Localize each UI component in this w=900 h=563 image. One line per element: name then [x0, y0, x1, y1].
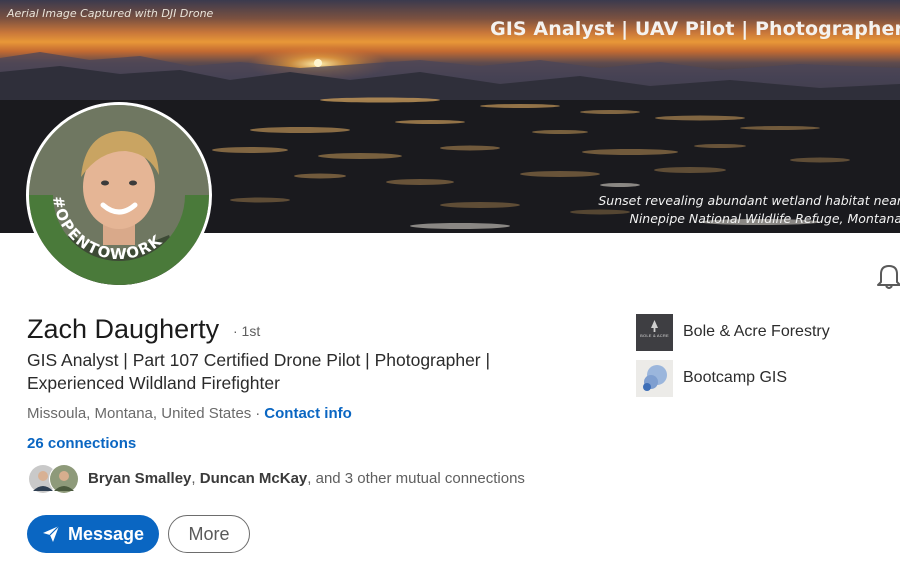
- experience-name-bole-acre: Bole & Acre Forestry: [683, 323, 830, 340]
- profile-headline: GIS Analyst | Part 107 Certified Drone P…: [27, 350, 491, 393]
- education-name-bootcamp-gis: Bootcamp GIS: [683, 369, 788, 386]
- banner-caption-line1: Sunset revealing abundant wetland habita…: [598, 193, 900, 208]
- location-row: Missoula, Montana, United States · Contact…: [27, 405, 352, 422]
- banner-title: GIS Analyst | UAV Pilot | Photographer: [490, 18, 900, 40]
- more-button[interactable]: More: [168, 515, 250, 553]
- message-button[interactable]: Message: [27, 515, 159, 553]
- message-button-label: Message: [67, 523, 145, 544]
- profile-location: Missoula, Montana, United States: [27, 405, 252, 422]
- mutual-connections-text[interactable]: Bryan Smalley, Duncan McKay, and 3 other…: [88, 470, 525, 487]
- profile-name: Zach Daugherty: [27, 314, 220, 344]
- experience-item-bole-acre[interactable]: BOLE & ACRE Bole & Acre Forestry: [636, 313, 830, 351]
- more-button-label: More: [188, 523, 230, 544]
- avatar-photo-with-opentowork-frame: #OPENTOWORK: [29, 105, 209, 285]
- connections-link[interactable]: 26 connections: [27, 435, 136, 452]
- mutual-name-2[interactable]: Duncan McKay: [200, 470, 308, 487]
- connection-degree: · 1st: [233, 323, 261, 339]
- education-item-bootcamp-gis[interactable]: Bootcamp GIS: [636, 359, 787, 397]
- mutual-connection-avatars[interactable]: [28, 463, 80, 495]
- bell-icon[interactable]: [876, 262, 900, 295]
- banner-caption-line2: Ninepipe National Wildlife Refuge, Monta…: [629, 211, 900, 226]
- banner-caption-location: Sunset revealing abundant wetland habita…: [598, 192, 900, 228]
- mutual-name-1[interactable]: Bryan Smalley: [88, 470, 191, 487]
- contact-info-link[interactable]: Contact info: [264, 405, 352, 422]
- mutual-comma: ,: [191, 470, 200, 487]
- location-separator: ·: [255, 405, 261, 422]
- bole-acre-logo-text: BOLE & ACRE: [640, 332, 669, 338]
- profile-avatar[interactable]: #OPENTOWORK: [26, 102, 212, 288]
- bootcamp-gis-logo: [636, 359, 673, 397]
- mutual-rest: , and 3 other mutual connections: [307, 470, 525, 487]
- bole-acre-logo: BOLE & ACRE: [636, 313, 673, 351]
- banner-caption-photo-credit: Aerial Image Captured with DJI Drone: [7, 7, 214, 20]
- paper-plane-icon: [42, 525, 60, 542]
